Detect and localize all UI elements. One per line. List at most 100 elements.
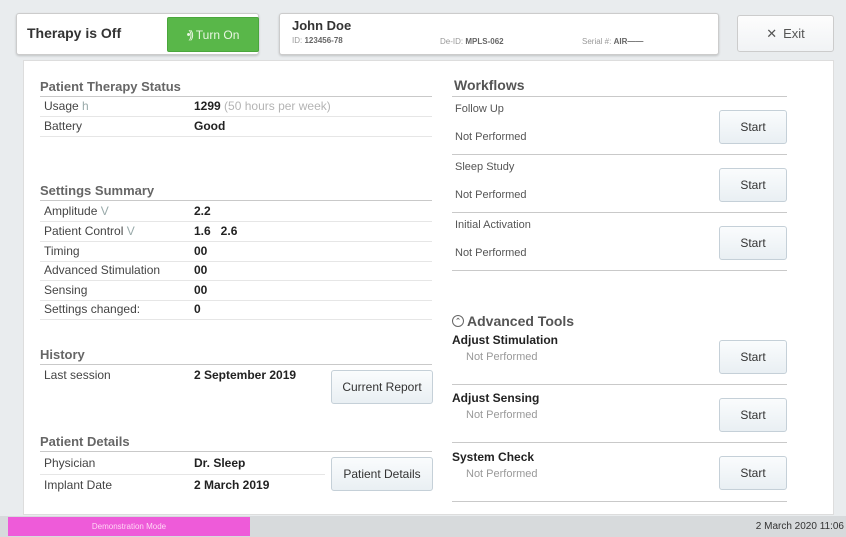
close-icon: ✕ [766, 25, 778, 41]
sleep-study-start-button[interactable]: Start [719, 168, 787, 202]
serial-number: Serial #: AIR—— [582, 37, 643, 46]
exit-button[interactable]: ✕ Exit [737, 15, 834, 52]
patient-control-value: 1.6 2.6 [194, 224, 238, 238]
amplitude-label-text: Amplitude [44, 204, 98, 218]
advanced-stimulation-label: Advanced Stimulation [44, 263, 161, 277]
tool-name: Adjust Sensing [452, 391, 540, 405]
top-bar: Therapy is Off •)) Turn On John Doe ID: … [0, 0, 846, 62]
physician-value: Dr. Sleep [194, 456, 246, 470]
workflow-status: Not Performed [455, 131, 527, 143]
workflow-status: Not Performed [455, 247, 527, 259]
row-divider [40, 241, 432, 242]
main-panel: Patient Therapy Status Usage h 1299 (50 … [23, 60, 834, 515]
row-divider [40, 136, 432, 137]
timing-label: Timing [44, 244, 80, 258]
system-check-start-button[interactable]: Start [719, 456, 787, 490]
follow-up-start-button[interactable]: Start [719, 110, 787, 144]
advanced-stimulation-value: 00 [194, 263, 208, 277]
usage-value: 1299 (50 hours per week) [194, 99, 331, 113]
turn-on-label: Turn On [195, 27, 240, 42]
physician-label: Physician [44, 456, 96, 470]
therapy-section-title: Patient Therapy Status [40, 79, 181, 94]
current-datetime: 2 March 2020 11:06 [755, 521, 844, 532]
settings-changed-value: 0 [194, 302, 201, 316]
divider [452, 96, 787, 97]
demonstration-mode-badge: Demonstration Mode [8, 517, 250, 536]
amplitude-unit: V [100, 204, 109, 218]
patient-info-card: John Doe ID: 123456-78 De-ID: MPLS-062 S… [279, 13, 719, 55]
therapy-status-card: Therapy is Off •)) Turn On [16, 13, 259, 55]
workflows-title: Workflows [454, 77, 525, 93]
row-divider [40, 319, 432, 320]
serial-value: AIR—— [613, 37, 644, 46]
battery-label: Battery [44, 119, 83, 133]
divider [452, 384, 787, 385]
battery-value: Good [194, 119, 226, 133]
row-divider [40, 280, 432, 281]
tool-status: Not Performed [466, 409, 538, 421]
patient-deid: De-ID: MPLS-062 [440, 37, 504, 46]
patient-details-section-title: Patient Details [40, 434, 130, 449]
deid-value: MPLS-062 [465, 37, 504, 46]
patient-name: John Doe [292, 18, 352, 33]
collapse-circle-icon: ⌃ [452, 315, 464, 327]
settings-changed-label: Settings changed: [44, 302, 141, 316]
current-report-button[interactable]: Current Report [331, 370, 433, 404]
adjust-sensing-start-button[interactable]: Start [719, 398, 787, 432]
divider [452, 212, 787, 213]
serial-label: Serial #: [582, 37, 612, 46]
divider [452, 270, 787, 271]
last-session-label: Last session [44, 368, 111, 382]
status-bar: Demonstration Mode 2 March 2020 11:06 [0, 516, 846, 537]
workflow-status: Not Performed [455, 189, 527, 201]
therapy-status-text: Therapy is Off [27, 25, 122, 41]
signal-waves-icon: •)) [186, 28, 194, 41]
row-divider [40, 474, 325, 475]
divider [40, 364, 432, 365]
usage-unit: h [82, 99, 89, 113]
workflow-name: Follow Up [455, 103, 504, 115]
divider [452, 442, 787, 443]
patient-control-unit: V [126, 224, 135, 238]
deid-label: De-ID: [440, 37, 464, 46]
divider [452, 501, 787, 502]
usage-note: (50 hours per week) [224, 99, 331, 113]
divider [40, 451, 432, 452]
usage-label-text: Usage [44, 99, 79, 113]
last-session-value: 2 September 2019 [194, 368, 297, 382]
workflow-name: Sleep Study [455, 161, 515, 173]
sensing-value: 00 [194, 283, 208, 297]
adjust-stimulation-start-button[interactable]: Start [719, 340, 787, 374]
row-divider [40, 261, 432, 262]
divider [40, 96, 432, 97]
patient-control-label: Patient Control V [44, 224, 135, 238]
timing-value: 00 [194, 244, 208, 258]
divider [40, 200, 432, 201]
tool-name: System Check [452, 450, 535, 464]
tool-status: Not Performed [466, 468, 538, 480]
settings-section-title: Settings Summary [40, 183, 155, 198]
usage-label: Usage h [44, 99, 89, 113]
initial-activation-start-button[interactable]: Start [719, 226, 787, 260]
exit-label: Exit [783, 26, 805, 41]
workflow-name: Initial Activation [455, 219, 531, 231]
patient-id-value: 123456-78 [304, 36, 343, 45]
advanced-tools-toggle[interactable]: ⌃ Advanced Tools [452, 313, 574, 329]
tool-status: Not Performed [466, 351, 538, 363]
history-section-title: History [40, 347, 85, 362]
turn-on-button[interactable]: •)) Turn On [167, 17, 259, 52]
implant-date-label: Implant Date [44, 478, 113, 492]
patient-id: ID: 123456-78 [292, 36, 343, 45]
patient-details-button[interactable]: Patient Details [331, 457, 433, 491]
amplitude-value: 2.2 [194, 204, 211, 218]
patient-id-label: ID: [292, 36, 303, 45]
sensing-label: Sensing [44, 283, 88, 297]
divider [452, 154, 787, 155]
advanced-tools-title: Advanced Tools [467, 313, 575, 329]
row-divider [40, 300, 432, 301]
amplitude-label: Amplitude V [44, 204, 109, 218]
row-divider [40, 221, 432, 222]
implant-date-value: 2 March 2019 [194, 478, 270, 492]
usage-number: 1299 [194, 99, 221, 113]
patient-control-label-text: Patient Control [44, 224, 124, 238]
